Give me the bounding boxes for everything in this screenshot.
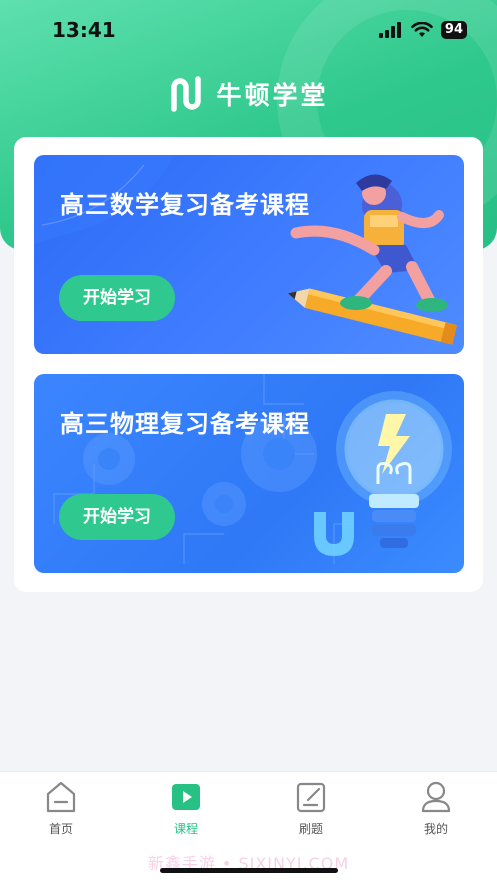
course-title: 高三数学复习备考课程 (60, 191, 310, 219)
user-icon (421, 781, 451, 813)
tab-practice[interactable]: 刷题 (271, 780, 351, 840)
start-learning-button[interactable]: 开始学习 (59, 494, 175, 540)
brand-title: 牛顿学堂 (216, 81, 329, 110)
tab-courses[interactable]: 课程 (146, 780, 226, 840)
battery-indicator: 94 (440, 21, 467, 39)
brand-header: 牛顿学堂 (0, 72, 497, 116)
tab-home[interactable]: 首页 (21, 780, 101, 840)
cellular-signal-icon (378, 22, 401, 38)
course-title: 高三物理复习备考课程 (60, 410, 310, 438)
tab-label: 刷题 (298, 822, 323, 836)
status-icons: 94 (378, 21, 467, 39)
course-list-card: 高三数学复习备考课程 开始学习 高三物理复习备考课程 开始学习 (14, 137, 483, 592)
home-indicator[interactable] (160, 868, 338, 873)
edit-icon (296, 782, 326, 813)
wifi-icon (411, 22, 433, 37)
status-bar: 13:41 94 (0, 0, 497, 62)
status-time: 13:41 (52, 18, 116, 42)
home-icon (46, 781, 76, 813)
tab-label: 课程 (173, 822, 198, 836)
tab-profile[interactable]: 我的 (396, 780, 476, 840)
course-banner-physics[interactable]: 高三物理复习备考课程 开始学习 (34, 374, 464, 573)
tab-label: 我的 (423, 822, 448, 836)
newton-logo-icon (171, 76, 202, 112)
video-icon (172, 784, 200, 810)
tab-label: 首页 (48, 822, 73, 836)
start-learning-button[interactable]: 开始学习 (59, 275, 175, 321)
course-banner-math[interactable]: 高三数学复习备考课程 开始学习 (34, 155, 464, 354)
